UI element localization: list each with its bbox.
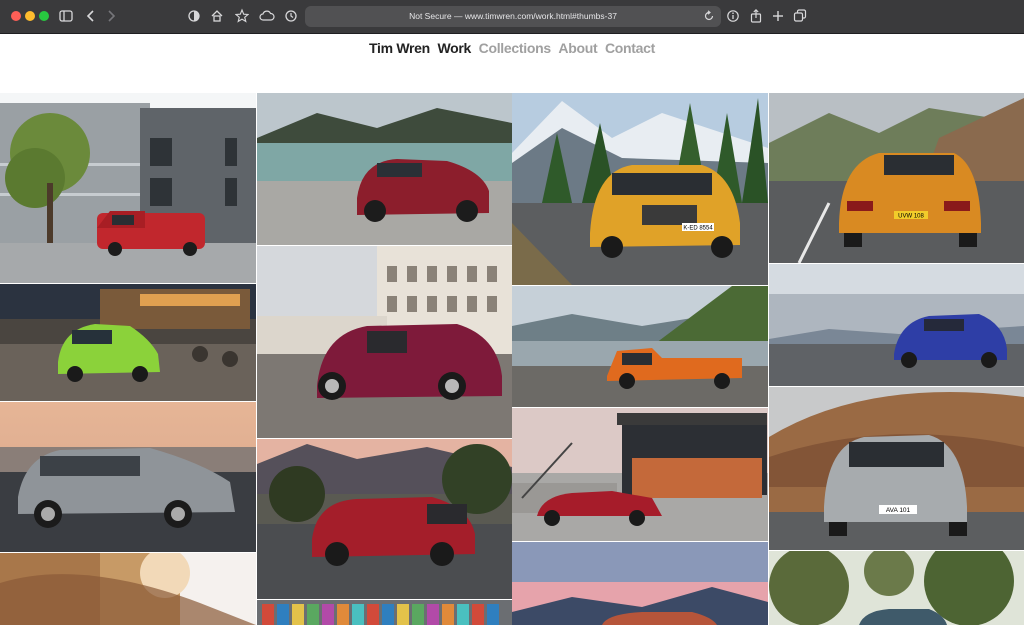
thumb-green-hatchback[interactable] (0, 284, 256, 401)
nav-link-contact[interactable]: Contact (605, 40, 655, 56)
thumb-red-van[interactable] (0, 93, 256, 283)
thumb-orange-suv-rear[interactable]: UVW 108 (769, 93, 1024, 263)
nav-link-collections[interactable]: Collections (479, 40, 551, 56)
back-icon[interactable] (86, 8, 96, 24)
thumb-blue-hatchback[interactable] (769, 264, 1024, 386)
sidebar-icon[interactable] (59, 8, 73, 24)
address-bar-text: Not Secure — www.timwren.com/work.html#t… (409, 11, 617, 21)
thumb-burgundy-piazza[interactable] (257, 246, 512, 438)
privacy-shield-icon[interactable] (187, 8, 201, 24)
nav-link-work[interactable]: Work (438, 40, 472, 56)
address-bar[interactable]: Not Secure — www.timwren.com/work.html#t… (305, 6, 721, 27)
plate-text-3: K-ED 8554 (683, 226, 713, 232)
favorites-star-icon[interactable] (235, 8, 249, 24)
plate-text-4: UVW 108 (898, 214, 924, 220)
thumb-red-suv-lake[interactable] (257, 93, 512, 245)
icloud-tabs-icon[interactable] (259, 8, 275, 24)
thumb-orange-pickup[interactable] (512, 286, 768, 407)
zoom-window-button[interactable] (39, 11, 49, 21)
home-icon[interactable] (210, 8, 224, 24)
thumb-red-hatchback-town[interactable] (257, 439, 512, 599)
reload-icon[interactable] (703, 9, 715, 28)
thumb-grey-mpv[interactable] (0, 402, 256, 552)
share-icon[interactable] (749, 8, 763, 24)
new-tab-icon[interactable] (771, 8, 785, 24)
forward-icon[interactable] (106, 8, 116, 24)
thumb-silver-mpv[interactable]: AVA 101 (769, 387, 1024, 550)
thumb-car-pines[interactable] (769, 551, 1024, 625)
browser-toolbar: Not Secure — www.timwren.com/work.html#t… (0, 0, 1024, 34)
thumb-colourful-facade[interactable] (257, 600, 512, 625)
nav-link-about[interactable]: About (558, 40, 597, 56)
close-window-button[interactable] (11, 11, 21, 21)
info-icon[interactable] (726, 8, 740, 24)
thumb-orange-suv-mountain[interactable]: K-ED 8554 (512, 93, 768, 285)
history-clock-icon[interactable] (284, 8, 298, 24)
plate-text-12: AVA 101 (886, 507, 911, 514)
tab-overview-icon[interactable] (793, 8, 807, 24)
thumb-red-convertible[interactable] (512, 408, 768, 541)
minimize-window-button[interactable] (25, 11, 35, 21)
site-nav: Tim Wren Work Collections About Contact (0, 40, 1024, 56)
thumbnail-gallery: K-ED 8554 UVW 108 AVA 101 (0, 93, 1024, 625)
site-owner-name[interactable]: Tim Wren (369, 40, 430, 56)
thumb-blurred-road[interactable] (0, 553, 256, 625)
thumb-car-dusk[interactable] (512, 542, 768, 625)
